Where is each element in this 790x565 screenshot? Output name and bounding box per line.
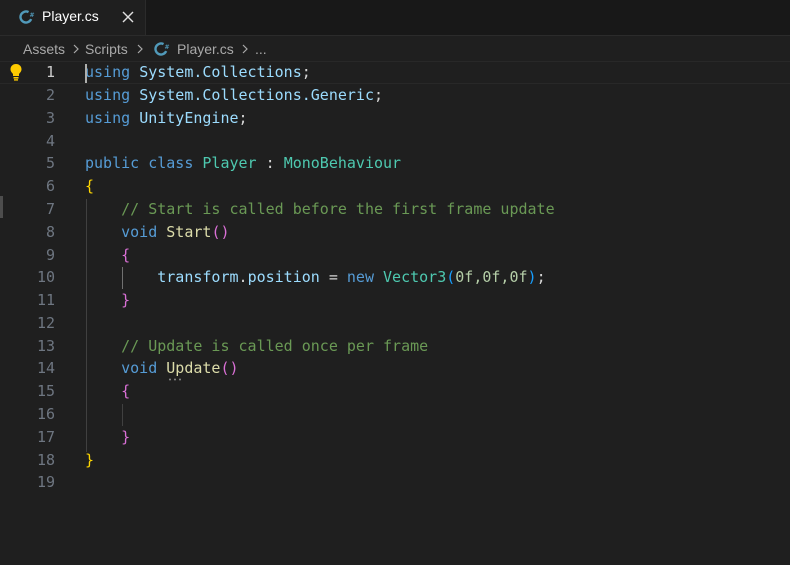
function-name: Start bbox=[166, 223, 212, 241]
code-line-19[interactable]: 19 bbox=[0, 471, 790, 494]
code-line-1[interactable]: 1 using System.Collections; bbox=[0, 61, 790, 84]
line-number: 11 bbox=[36, 291, 55, 309]
svg-text:#: # bbox=[165, 44, 170, 51]
code-line-7[interactable]: 7 // Start is called before the first fr… bbox=[0, 198, 790, 221]
line-number: 2 bbox=[45, 86, 55, 104]
line-number: 7 bbox=[45, 200, 55, 218]
breadcrumb-more[interactable]: ... bbox=[255, 41, 267, 57]
code-line-10[interactable]: 10 transform.position = new Vector3(0f,0… bbox=[0, 266, 790, 289]
svg-text:#: # bbox=[30, 12, 35, 19]
code-line-8[interactable]: 8 void Start() bbox=[0, 221, 790, 244]
line-number: 8 bbox=[45, 223, 55, 241]
chevron-right-icon bbox=[242, 44, 248, 54]
line-number: 12 bbox=[36, 314, 55, 332]
breadcrumb-assets[interactable]: Assets bbox=[23, 41, 65, 57]
function-name: Update bbox=[166, 359, 221, 377]
code-line-11[interactable]: 11 } bbox=[0, 289, 790, 312]
keyword: using bbox=[85, 63, 131, 81]
code-line-6[interactable]: 6 { bbox=[0, 175, 790, 198]
line-number: 13 bbox=[36, 337, 55, 355]
comment: // Update is called once per frame bbox=[121, 337, 429, 355]
code-line-2[interactable]: 2 using System.Collections.Generic; bbox=[0, 84, 790, 107]
breadcrumb-file[interactable]: Player.cs bbox=[177, 41, 234, 57]
code-line-13[interactable]: 13 // Update is called once per frame bbox=[0, 335, 790, 358]
csharp-file-icon: # bbox=[19, 10, 35, 24]
line-number: 4 bbox=[45, 132, 55, 150]
tab-label: Player.cs bbox=[42, 8, 99, 24]
chevron-right-icon bbox=[73, 44, 79, 54]
class-name: Player bbox=[202, 154, 257, 172]
code-line-16[interactable]: 16 bbox=[0, 403, 790, 426]
breadcrumb: Assets Scripts # Player.cs ... bbox=[0, 36, 790, 62]
code-line-3[interactable]: 3 using UnityEngine; bbox=[0, 107, 790, 130]
line-number: 16 bbox=[36, 405, 55, 423]
code-line-15[interactable]: 15 { bbox=[0, 380, 790, 403]
line-number: 18 bbox=[36, 451, 55, 469]
code-line-9[interactable]: 9 { bbox=[0, 244, 790, 267]
line-number: 9 bbox=[45, 246, 55, 264]
line-number: 3 bbox=[45, 109, 55, 127]
code-line-4[interactable]: 4 bbox=[0, 130, 790, 153]
line-number: 6 bbox=[45, 177, 55, 195]
tab-player-cs[interactable]: # Player.cs bbox=[0, 0, 146, 35]
code-line-14[interactable]: 14 void Update() bbox=[0, 357, 790, 380]
breadcrumb-scripts[interactable]: Scripts bbox=[85, 41, 128, 57]
line-number: 10 bbox=[36, 268, 55, 286]
line-number: 17 bbox=[36, 428, 55, 446]
comment: // Start is called before the first fram… bbox=[121, 200, 555, 218]
code-line-17[interactable]: 17 } bbox=[0, 426, 790, 449]
csharp-file-icon: # bbox=[154, 42, 170, 56]
tab-bar: # Player.cs bbox=[0, 0, 790, 36]
code-line-5[interactable]: 5 public class Player : MonoBehaviour bbox=[0, 152, 790, 175]
code-line-18[interactable]: 18 } bbox=[0, 449, 790, 472]
line-number: 14 bbox=[36, 359, 55, 377]
text-cursor bbox=[85, 64, 87, 83]
namespace: System.Collections bbox=[139, 63, 302, 81]
line-number: 15 bbox=[36, 382, 55, 400]
line-number: 19 bbox=[36, 473, 55, 491]
line-number: 1 bbox=[45, 63, 55, 81]
close-icon[interactable] bbox=[119, 8, 137, 26]
code-line-12[interactable]: 12 bbox=[0, 312, 790, 335]
chevron-right-icon bbox=[137, 44, 143, 54]
line-number: 5 bbox=[45, 154, 55, 172]
